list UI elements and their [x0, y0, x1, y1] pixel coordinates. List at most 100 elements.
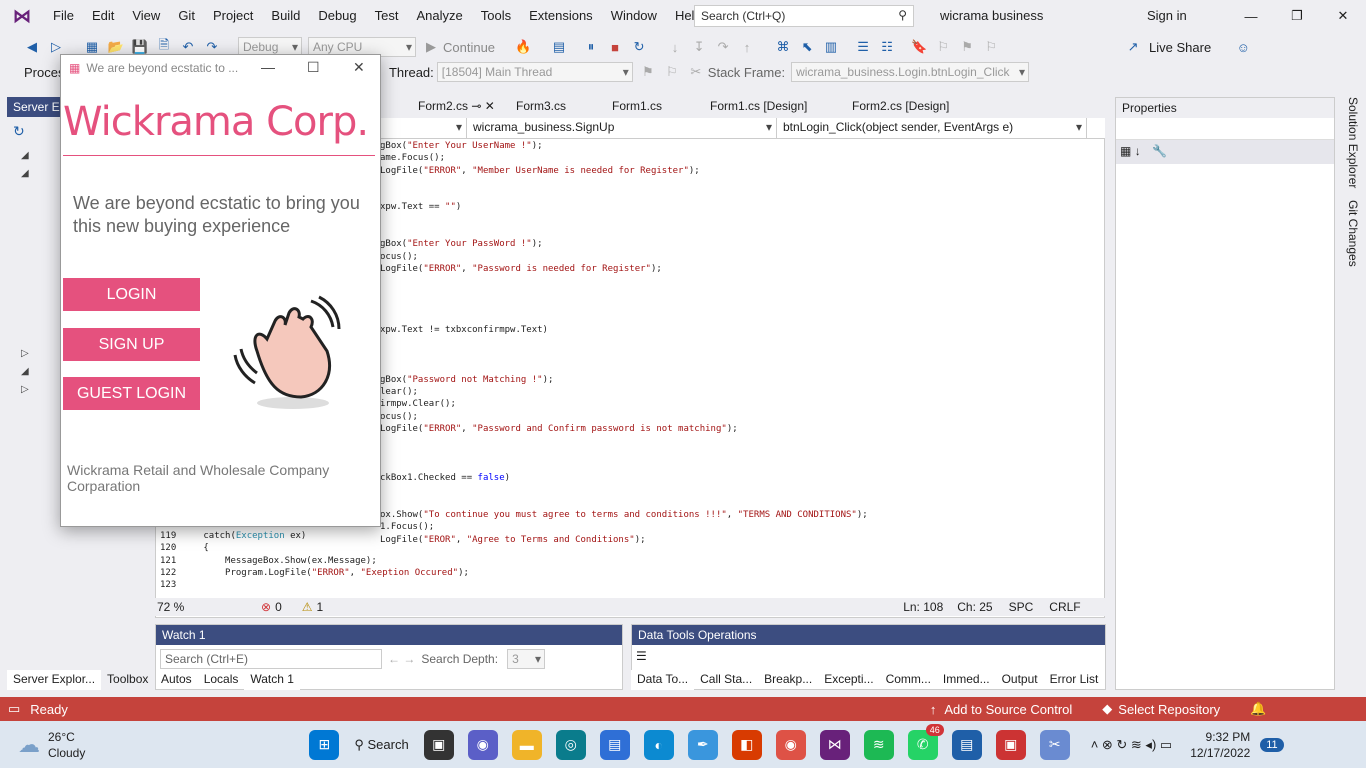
pause-icon[interactable]: ⏸: [581, 37, 601, 57]
tab-error-list[interactable]: Error List: [1044, 670, 1105, 690]
visual-studio-logo-icon[interactable]: ⋈: [0, 0, 44, 32]
notepad-icon[interactable]: ▤: [951, 729, 982, 760]
categorized-icon[interactable]: ▦: [1120, 144, 1131, 158]
continue-icon[interactable]: ▶: [421, 37, 441, 57]
weather[interactable]: Cloudy: [48, 745, 85, 761]
code-line[interactable]: irmpw.Clear();: [380, 398, 1090, 410]
thread-combo[interactable]: [18504] Main Thread: [436, 62, 633, 82]
hot-reload-icon[interactable]: 🔥: [513, 37, 533, 57]
menu-extensions[interactable]: Extensions: [520, 0, 602, 32]
code-line[interactable]: [380, 361, 1090, 373]
tab-git-changes[interactable]: Git Changes: [1338, 200, 1360, 267]
taskbar-search[interactable]: ⚲ Search: [354, 737, 408, 753]
select-repository[interactable]: Select Repository: [1118, 702, 1220, 717]
flag-icon[interactable]: ⚑: [638, 62, 658, 82]
tab-data-tools[interactable]: Data To...: [631, 670, 695, 690]
warning-count[interactable]: 1: [317, 600, 324, 614]
menu-file[interactable]: File: [44, 0, 83, 32]
diagnostics-icon[interactable]: ⌘: [773, 37, 793, 57]
code-line[interactable]: gBox("Enter Your UserName !");: [380, 140, 1090, 152]
bookmark-clear-icon[interactable]: ⚐: [981, 37, 1001, 57]
feedback-icon[interactable]: ☺: [1233, 37, 1253, 57]
code-line[interactable]: lear();: [380, 386, 1090, 398]
thread-flag-icon[interactable]: ⚐: [662, 62, 682, 82]
stop-icon[interactable]: ■: [605, 37, 625, 57]
code-line[interactable]: LogFile("ERROR", "Member UserName is nee…: [380, 165, 1090, 177]
tab-solution-explorer[interactable]: Solution Explorer: [1338, 97, 1360, 188]
zoom-level[interactable]: 72 %: [157, 600, 213, 614]
tab-call-stack[interactable]: Call Sta...: [694, 670, 758, 690]
tray-icons[interactable]: ˄ ⊗ ↻ ≋ ◂) ▭: [1091, 737, 1172, 753]
step-over-icon[interactable]: ↧: [689, 37, 709, 57]
menu-test[interactable]: Test: [366, 0, 408, 32]
tab-watch1[interactable]: Watch 1: [244, 670, 300, 690]
stack-frame-combo[interactable]: wicrama_business.Login.btnLogin_Click: [791, 62, 1030, 82]
tab-server-explorer[interactable]: Server Explor...: [7, 670, 102, 690]
uncomment-icon[interactable]: ☷: [877, 37, 897, 57]
feather-icon[interactable]: ✒: [687, 729, 718, 760]
file-explorer-icon[interactable]: ▬: [511, 729, 542, 760]
code-line[interactable]: [380, 447, 1090, 459]
tab-form1-design[interactable]: Form1.cs [Design]: [700, 97, 842, 117]
scissors-icon[interactable]: ✂: [686, 62, 706, 82]
tab-exceptions[interactable]: Excepti...: [818, 670, 879, 690]
code-line[interactable]: ox.Show("To continue you must agree to t…: [380, 509, 1090, 521]
tab-immediate[interactable]: Immed...: [937, 670, 996, 690]
task-view-icon[interactable]: ▣: [423, 729, 454, 760]
minimize-icon[interactable]: —: [1228, 0, 1274, 32]
menu-analyze[interactable]: Analyze: [407, 0, 471, 32]
code-line[interactable]: [380, 177, 1090, 189]
clock-time[interactable]: 9:32 PM: [1190, 729, 1251, 745]
tab-form2-cs[interactable]: Form2.cs ⊸ ✕: [408, 97, 506, 117]
temperature[interactable]: 26°C: [48, 729, 85, 745]
method-combo[interactable]: btnLogin_Click(object sender, EventArgs …: [777, 118, 1087, 138]
tab-form2-design[interactable]: Form2.cs [Design]: [842, 97, 984, 117]
edge-icon[interactable]: ◐: [643, 729, 674, 760]
code-line[interactable]: [380, 435, 1090, 447]
code-line[interactable]: 122 Program.LogFile("ERROR", "Exeption O…: [160, 567, 469, 579]
code-line[interactable]: [380, 300, 1090, 312]
code-line[interactable]: [380, 275, 1090, 287]
start-icon[interactable]: ⊞: [309, 729, 340, 760]
menu-project[interactable]: Project: [204, 0, 262, 32]
menu-git[interactable]: Git: [169, 0, 204, 32]
code-line[interactable]: xpw.Text == ""): [380, 201, 1090, 213]
live-share-icon[interactable]: ↗: [1123, 37, 1143, 57]
step-back-icon[interactable]: ↷: [713, 37, 733, 57]
code-line[interactable]: xpw.Text != txbxconfirmpw.Text): [380, 324, 1090, 336]
step-into-icon[interactable]: ↓: [665, 37, 685, 57]
code-line[interactable]: 119 catch(Exception ex): [160, 530, 469, 542]
restart-icon[interactable]: ↻: [629, 37, 649, 57]
bookmark-prev-icon[interactable]: ⚐: [933, 37, 953, 57]
signup-button[interactable]: SIGN UP: [63, 328, 200, 361]
sign-in-link[interactable]: Sign in: [1147, 8, 1187, 23]
spotify-icon[interactable]: ≋: [863, 729, 894, 760]
menu-debug[interactable]: Debug: [309, 0, 365, 32]
code-line[interactable]: [380, 460, 1090, 472]
bookmark-next-icon[interactable]: ⚑: [957, 37, 977, 57]
tab-locals[interactable]: Locals: [198, 670, 245, 690]
code-line[interactable]: LogFile("EROR", "Agree to Terms and Cond…: [380, 534, 1090, 546]
guest-login-button[interactable]: GUEST LOGIN: [63, 377, 200, 410]
code-line[interactable]: LogFile("ERROR", "Password is needed for…: [380, 263, 1090, 275]
code-line[interactable]: ocus();: [380, 411, 1090, 423]
form-close-icon[interactable]: ✕: [353, 59, 365, 76]
restore-icon[interactable]: ❐: [1274, 0, 1320, 32]
class-combo[interactable]: wicrama_business.SignUp: [467, 118, 777, 138]
menu-edit[interactable]: Edit: [83, 0, 123, 32]
comment-icon[interactable]: ☰: [853, 37, 873, 57]
code-line[interactable]: ocus();: [380, 251, 1090, 263]
bookmark-icon[interactable]: 🔖: [909, 37, 929, 57]
code-line[interactable]: ame.Focus();: [380, 152, 1090, 164]
close-icon[interactable]: ✕: [1320, 0, 1366, 32]
tab-form3-cs[interactable]: Form3.cs: [506, 97, 602, 117]
code-line[interactable]: [380, 337, 1090, 349]
code-line[interactable]: gBox("Enter Your PassWord !");: [380, 238, 1090, 250]
menu-tools[interactable]: Tools: [472, 0, 520, 32]
watch-search-input[interactable]: Search (Ctrl+E): [160, 649, 382, 669]
tab-output[interactable]: Output: [996, 670, 1044, 690]
store-icon[interactable]: ▤: [599, 729, 630, 760]
code-line[interactable]: [380, 226, 1090, 238]
code-line[interactable]: [380, 214, 1090, 226]
notification-count[interactable]: 11: [1260, 737, 1284, 752]
